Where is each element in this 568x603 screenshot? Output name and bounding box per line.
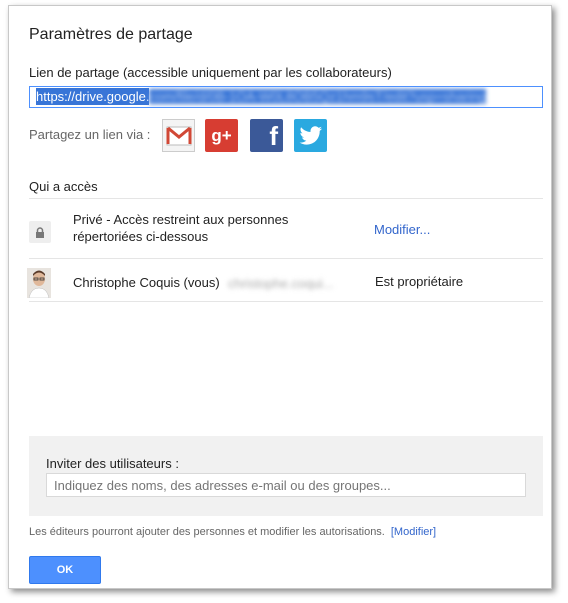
- facebook-icon[interactable]: f: [250, 119, 283, 152]
- share-link-value: https://drive.google.: [36, 88, 150, 105]
- visibility-line-2: répertoriées ci-dessous: [73, 229, 209, 244]
- owner-name: Christophe Coquis (vous): [73, 275, 220, 290]
- modify-visibility-link[interactable]: Modifier...: [374, 222, 430, 237]
- google-plus-icon[interactable]: g+: [205, 119, 238, 152]
- share-link-input[interactable]: https://drive.google.com/file/d/0B-1OA-W…: [29, 86, 543, 108]
- footer-note: Les éditeurs pourront ajouter des person…: [29, 526, 436, 538]
- twitter-icon[interactable]: [294, 119, 327, 152]
- gmail-icon[interactable]: [162, 119, 195, 152]
- avatar: [27, 268, 51, 298]
- owner-email: christophe.coqui...: [228, 276, 334, 291]
- divider: [29, 198, 543, 199]
- access-section-label: Qui a accès: [29, 179, 98, 194]
- invite-input[interactable]: [46, 473, 526, 497]
- footer-text: Les éditeurs pourront ajouter des person…: [29, 526, 385, 538]
- divider: [29, 301, 543, 302]
- footer-modify-link[interactable]: [Modifier]: [391, 526, 436, 538]
- lock-icon: [29, 221, 51, 243]
- owner-role: Est propriétaire: [375, 274, 464, 289]
- visibility-description: Privé - Accès restreint aux personnes ré…: [73, 211, 288, 245]
- share-link-value-blurred: com/file/d/0B-1OA-W0L8OB5Qz1hm9sT/edit?u…: [149, 89, 486, 104]
- invite-section: Inviter des utilisateurs :: [29, 436, 543, 516]
- invite-label: Inviter des utilisateurs :: [46, 456, 179, 471]
- divider: [29, 258, 543, 259]
- ok-button[interactable]: OK: [29, 556, 101, 584]
- dialog-title: Paramètres de partage: [29, 26, 193, 43]
- share-link-label: Lien de partage (accessible uniquement p…: [29, 65, 392, 80]
- visibility-line-1: Privé - Accès restreint aux personnes: [73, 212, 289, 227]
- sharing-settings-dialog: Paramètres de partage Lien de partage (a…: [8, 5, 552, 589]
- share-via-label: Partagez un lien via :: [29, 127, 151, 142]
